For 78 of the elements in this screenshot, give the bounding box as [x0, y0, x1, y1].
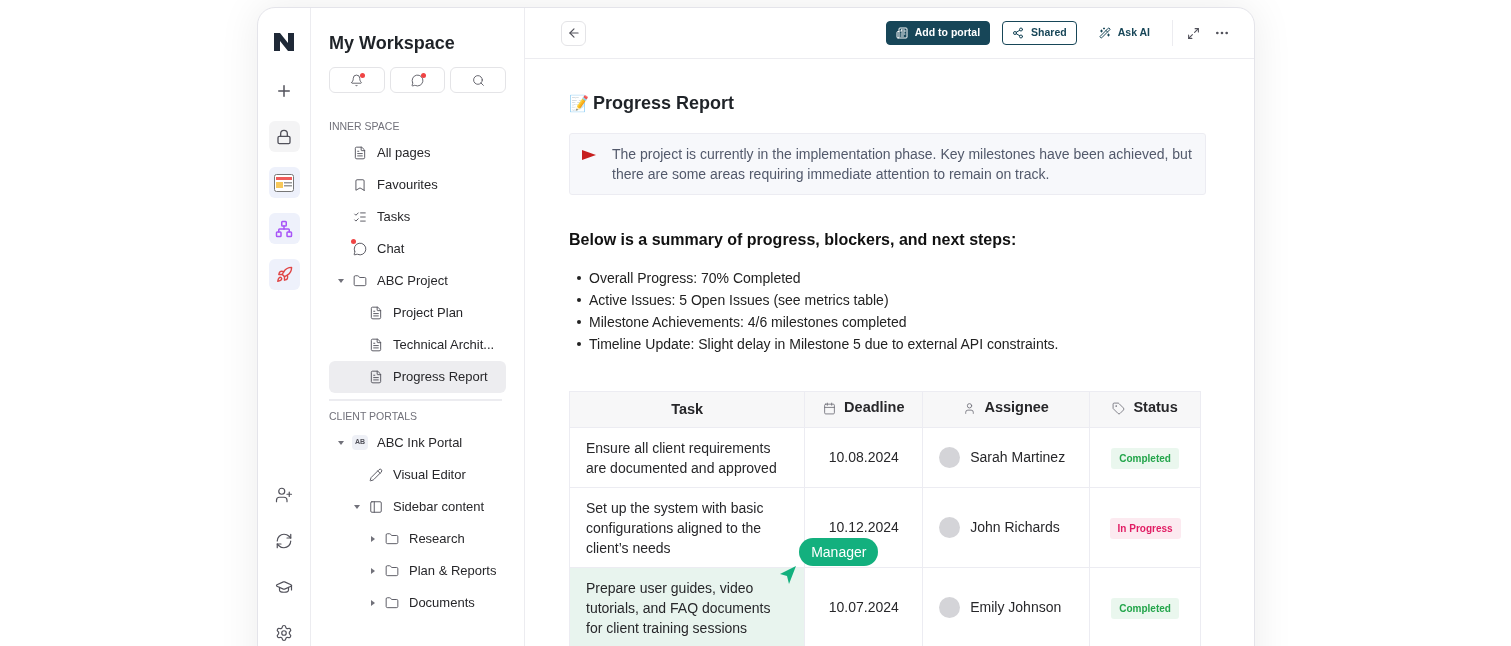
network-icon	[275, 219, 293, 238]
page-icon	[353, 145, 367, 160]
collaborator-label: Manager	[799, 538, 879, 566]
assignee-name: Sarah Martinez	[970, 448, 1066, 467]
callout-text: The project is currently in the implementation phase. Key milestones have been achieved, but there are some areas requiring immediate attention to remain on track.	[612, 145, 1193, 184]
bullet-text: Active Issues: 5 Open Issues (see metrics table)	[589, 291, 889, 310]
bullet-text: Timeline Update: Slight delay in Milestone 5 due to external API constraints.	[589, 335, 1059, 354]
assignee-name: Emily Johnson	[970, 598, 1062, 617]
status-tag: Completed	[1111, 597, 1179, 619]
assignee-name: John Richards	[970, 518, 1060, 537]
sync-icon[interactable]	[275, 532, 293, 550]
chat-icon	[411, 73, 424, 87]
newspaper-icon	[895, 27, 908, 39]
add-user-icon[interactable]	[275, 486, 293, 504]
panel-icon	[369, 499, 383, 514]
memo-emoji: 📝	[569, 93, 589, 114]
toolbar-button[interactable]: Shared	[1002, 21, 1077, 45]
column-label: Assignee	[984, 398, 1049, 418]
caret-icon[interactable]	[369, 534, 377, 543]
magic-wand-icon	[1098, 27, 1111, 39]
folder-icon	[385, 563, 399, 578]
graduation-cap-icon[interactable]	[275, 578, 293, 596]
chat-icon	[353, 241, 367, 256]
folder-icon	[385, 595, 399, 610]
person-icon	[963, 401, 977, 415]
bookmark-icon	[353, 177, 367, 192]
caret-icon[interactable]	[337, 438, 345, 447]
page-icon	[369, 337, 383, 352]
notifications-button[interactable]	[329, 67, 385, 93]
avatar	[939, 447, 961, 468]
workspace-title: My Workspace	[329, 32, 456, 54]
rocket-app-button[interactable]	[268, 259, 300, 290]
avatar	[939, 597, 961, 618]
search-icon	[471, 73, 485, 87]
column-label: Status	[1133, 398, 1178, 418]
page-title: Progress Report	[593, 92, 735, 115]
status-tag: Completed	[1111, 447, 1179, 469]
bell-icon	[350, 73, 364, 87]
add-icon[interactable]	[275, 82, 293, 100]
lock-app-button[interactable]	[268, 121, 300, 152]
page-icon	[369, 305, 383, 320]
caret-icon[interactable]	[337, 276, 345, 285]
tag-icon	[1112, 401, 1126, 415]
folder-icon	[385, 531, 399, 546]
toolbar-button[interactable]: Add to portal	[885, 21, 991, 45]
expand-icon[interactable]	[1187, 26, 1200, 40]
sidebar-item[interactable]: Progress Report	[329, 360, 506, 393]
summary-heading: Below is a summary of progress, blockers, and next steps:	[569, 230, 1018, 250]
avatar	[939, 517, 961, 538]
section-label: INNER SPACE	[329, 119, 401, 134]
section-label: CLIENT PORTALS	[329, 408, 419, 424]
status-tag: In Progress	[1109, 517, 1181, 539]
flag-icon	[582, 150, 596, 160]
news-app-button[interactable]	[268, 167, 300, 198]
pencil-icon	[369, 467, 383, 482]
bullet-text: Overall Progress: 70% Completed	[589, 269, 801, 288]
bullet-text: Milestone Achievements: 4/6 milestones completed	[589, 313, 907, 332]
settings-icon[interactable]	[275, 624, 293, 642]
cursor-pointer-icon	[780, 566, 797, 584]
caret-icon[interactable]	[353, 502, 361, 511]
lock-icon	[276, 128, 292, 145]
back-arrow-icon	[566, 26, 581, 40]
chat-button[interactable]	[389, 67, 446, 93]
folder-icon	[353, 273, 367, 288]
caret-icon[interactable]	[369, 598, 377, 607]
logo-icon[interactable]	[273, 32, 295, 52]
column-label: Task	[671, 399, 704, 419]
task-cell: Ensure all client requirements are documented and approved	[569, 427, 805, 488]
calendar-icon	[823, 401, 837, 415]
share-icon	[1012, 27, 1025, 39]
network-app-button[interactable]	[268, 213, 300, 244]
deadline-cell: 10.08.2024	[804, 427, 923, 488]
page-icon	[369, 369, 383, 384]
rocket-icon	[275, 266, 293, 283]
list-icon	[353, 209, 367, 224]
newspaper-icon	[274, 173, 294, 192]
caret-icon[interactable]	[369, 566, 377, 575]
column-label: Deadline	[844, 398, 905, 418]
